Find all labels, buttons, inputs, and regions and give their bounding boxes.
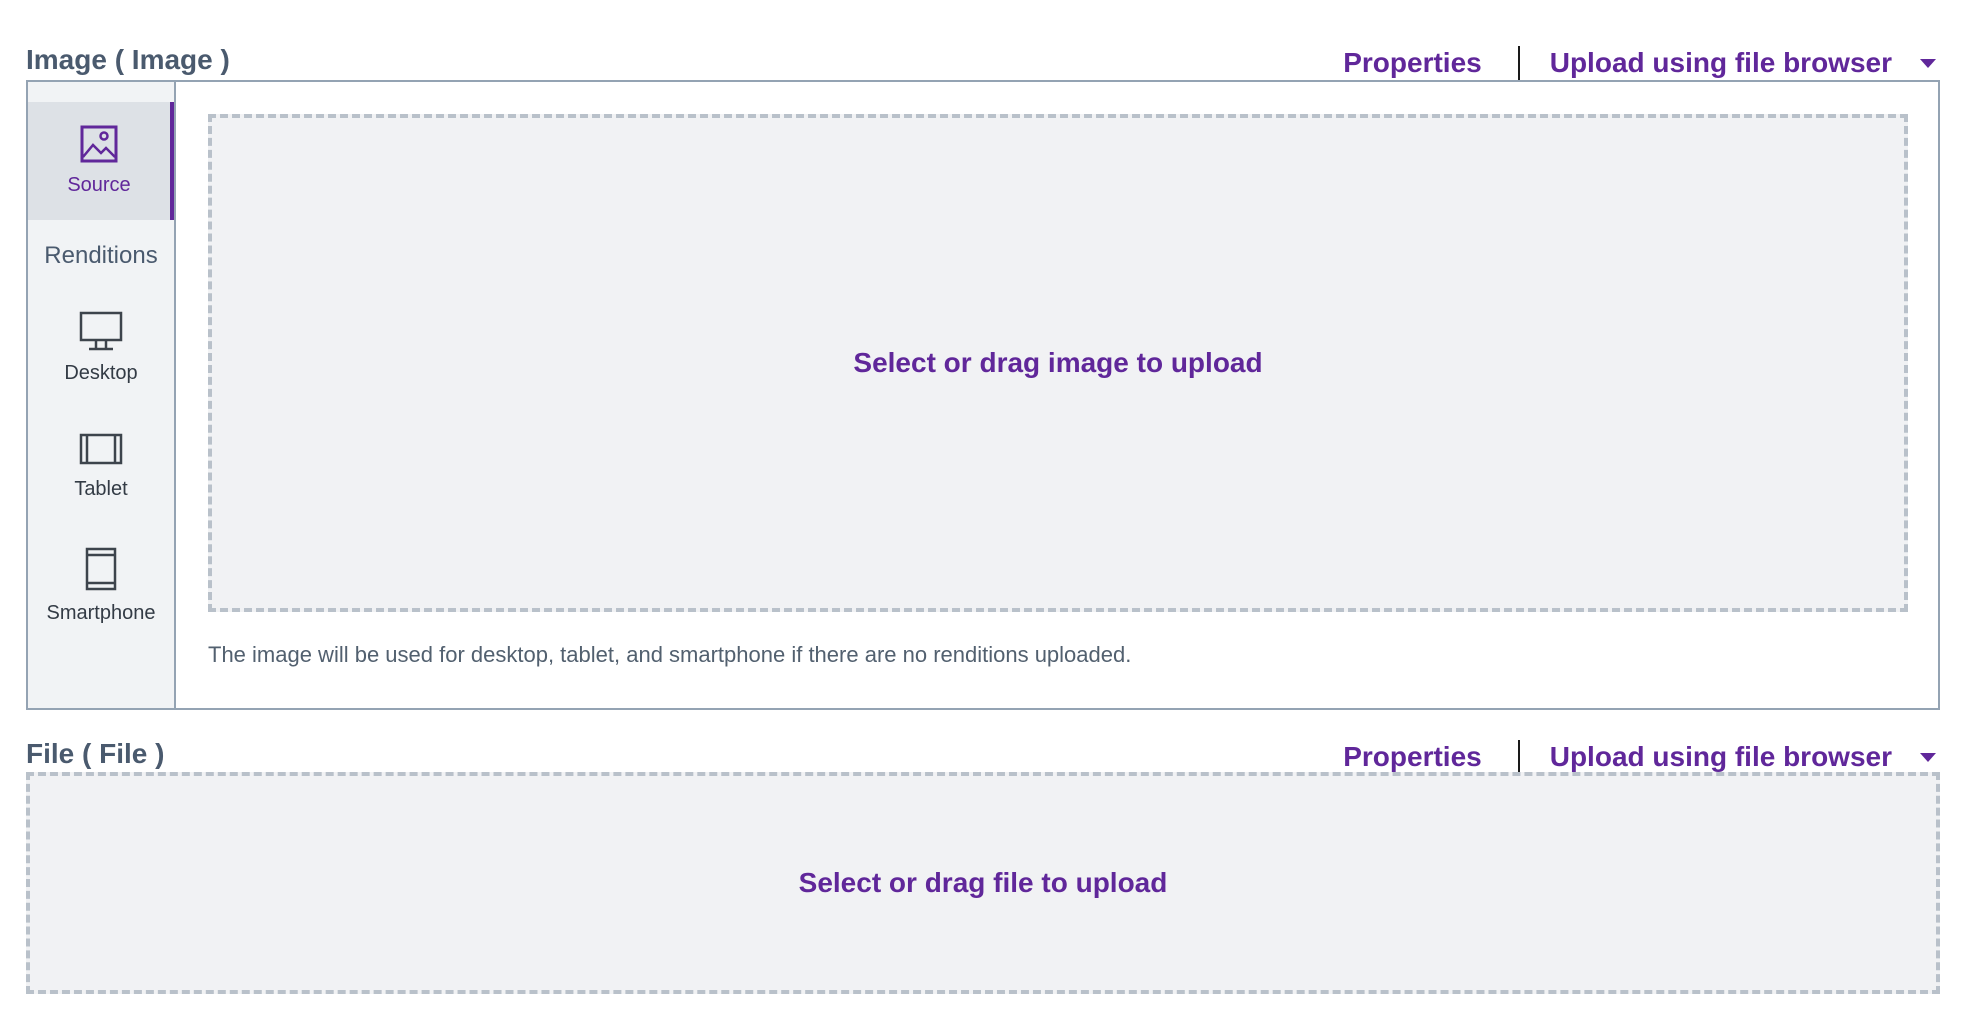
tablet-icon (79, 433, 123, 465)
sidebar-item-desktop[interactable]: Desktop (28, 310, 174, 410)
sidebar-item-label: Source (67, 174, 131, 196)
renditions-sidebar: Source Renditions Desktop Tablet Smartph… (28, 82, 176, 708)
sidebar-item-label: Desktop (64, 362, 138, 384)
file-section-title: File ( File ) (26, 738, 165, 769)
actions-divider (1517, 46, 1520, 80)
sidebar-item-smartphone[interactable]: Smartphone (28, 546, 174, 642)
image-upload-file-browser-link[interactable]: Upload using file browser (1550, 47, 1892, 79)
image-field-box: Source Renditions Desktop Tablet Smartph… (26, 80, 1940, 710)
image-dropzone-text: Select or drag image to upload (853, 347, 1263, 378)
sidebar-item-label: Smartphone (46, 602, 156, 624)
desktop-icon (79, 311, 123, 351)
file-actions: Properties Upload using file browser (1343, 740, 1938, 774)
image-upload-dropdown-caret-icon[interactable] (1920, 58, 1936, 68)
image-properties-link[interactable]: Properties (1343, 47, 1482, 79)
sidebar-item-label: Tablet (74, 478, 128, 500)
sidebar-item-tablet[interactable]: Tablet (28, 432, 174, 524)
image-actions: Properties Upload using file browser (1343, 46, 1938, 80)
file-dropzone[interactable]: Select or drag file to upload (26, 772, 1940, 994)
renditions-hint-text: The image will be used for desktop, tabl… (208, 642, 1132, 667)
file-upload-dropdown-caret-icon[interactable] (1920, 752, 1936, 762)
sidebar-item-source[interactable]: Source (28, 102, 174, 220)
file-upload-file-browser-link[interactable]: Upload using file browser (1550, 741, 1892, 773)
image-dropzone[interactable]: Select or drag image to upload (208, 114, 1908, 612)
image-icon (80, 125, 118, 163)
file-properties-link[interactable]: Properties (1343, 741, 1482, 773)
renditions-heading: Renditions (44, 242, 158, 269)
image-section-title: Image ( Image ) (26, 44, 230, 75)
smartphone-icon (85, 547, 117, 591)
file-dropzone-text: Select or drag file to upload (798, 867, 1168, 898)
actions-divider (1517, 740, 1520, 774)
